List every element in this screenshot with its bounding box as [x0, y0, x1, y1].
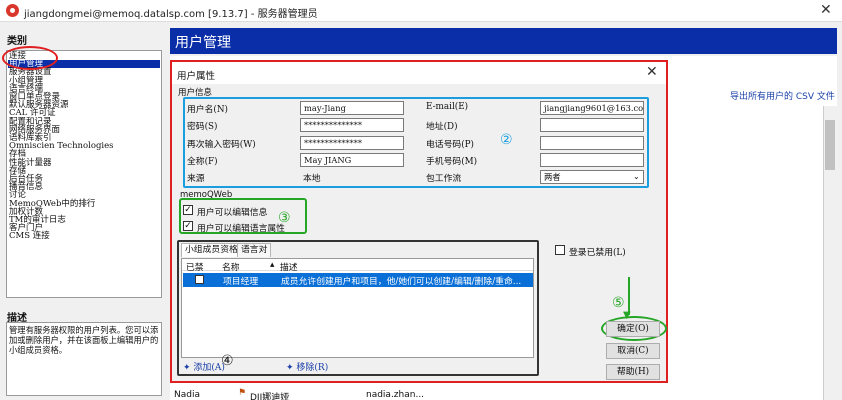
- category-item[interactable]: CMS 连接: [9, 232, 50, 241]
- fullname-input[interactable]: May JIANG: [300, 153, 404, 167]
- annotation-number-5: ⑤: [612, 295, 625, 311]
- row-name: 项目经理: [223, 277, 259, 287]
- grid-header: 已禁 名称 ▴ 描述: [182, 259, 533, 273]
- dialog-close-icon[interactable]: ✕: [646, 64, 658, 80]
- username-input[interactable]: may-Jiang: [300, 101, 404, 115]
- window-close-icon[interactable]: ✕: [820, 2, 832, 18]
- mobile-input[interactable]: [540, 153, 644, 167]
- fullname-label: 全称(F): [187, 157, 218, 167]
- password-input[interactable]: **************: [300, 118, 404, 132]
- annotation-red-oval: [2, 46, 58, 70]
- login-disabled-checkbox[interactable]: [555, 245, 565, 255]
- user-row-name[interactable]: Nadia: [174, 390, 200, 400]
- category-list[interactable]: 连接 用户管理 服务器设置 小组管理 语言终端 窗口单点登录 默认服务器资源 CAL 许可证配…: [6, 50, 162, 298]
- scrollbar-thumb[interactable]: [825, 120, 835, 170]
- remove-icon: ✦: [286, 363, 294, 373]
- user-icon: ⚑: [238, 388, 247, 398]
- phone-input[interactable]: [540, 136, 644, 150]
- annotation-number-2: ②: [500, 132, 513, 148]
- edit-lang-checkbox[interactable]: ✓: [183, 221, 193, 231]
- grid-header-disabled[interactable]: 已禁: [186, 260, 204, 273]
- grid-header-name[interactable]: 名称: [222, 260, 240, 273]
- package-workflow-label: 包工作流: [426, 174, 462, 184]
- user-properties-dialog: 用户属性 ✕ 用户信息 用户名(N) may-Jiang 密码(S) *****…: [170, 60, 668, 383]
- login-disabled-label: 登录已禁用(L): [569, 248, 626, 258]
- tab-group-membership[interactable]: 小组成员资格: [181, 243, 242, 257]
- remove-member-label: 移除(R): [296, 363, 329, 373]
- password-label: 密码(S): [187, 122, 218, 132]
- chevron-down-icon: ⌄: [633, 172, 640, 181]
- dialog-title-bar: 用户属性 ✕: [172, 62, 666, 84]
- row-disabled-checkbox[interactable]: [195, 275, 204, 284]
- page-title: 用户管理: [175, 35, 231, 51]
- category-heading: 类别: [7, 36, 27, 47]
- address-input[interactable]: [540, 118, 644, 132]
- address-label: 地址(D): [426, 122, 458, 132]
- description-text: 管理有服务器权限的用户列表。您可以添加或删除用户，并在该面板上编辑用户的小组成员…: [9, 325, 159, 355]
- email-input[interactable]: jiangjiang9601@163.com: [540, 101, 644, 115]
- edit-info-label: 用户可以编辑信息: [197, 208, 268, 218]
- edit-info-checkbox[interactable]: ✓: [183, 205, 193, 215]
- source-value: 本地: [303, 174, 321, 184]
- phone-label: 电话号码(P): [426, 140, 474, 150]
- window-title-bar: jiangdongmei@memoq.datalsp.com [9.13.7] …: [0, 0, 842, 22]
- remove-member-link[interactable]: ✦ 移除(R): [286, 360, 328, 373]
- table-row[interactable]: 项目经理 成员允许创建用户和项目，他/她们可以创建/编辑/删除/重命...: [183, 273, 533, 287]
- page-header: 用户管理: [170, 28, 837, 54]
- row-desc: 成员允许创建用户和项目，他/她们可以创建/编辑/删除/重命...: [281, 277, 522, 287]
- window-title: jiangdongmei@memoq.datalsp.com [9.13.7] …: [24, 9, 318, 20]
- username-label: 用户名(N): [187, 105, 228, 115]
- annotation-number-3: ③: [278, 210, 291, 226]
- sort-up-icon: ▴: [270, 260, 275, 270]
- description-box: 管理有服务器权限的用户列表。您可以添加或删除用户，并在该面板上编辑用户的小组成员…: [6, 322, 162, 396]
- package-workflow-select[interactable]: 两者 ⌄: [540, 170, 644, 184]
- email-label: E-mail(E): [426, 102, 469, 112]
- ok-button[interactable]: 确定(O): [606, 321, 660, 337]
- source-label: 来源: [187, 174, 205, 184]
- cancel-button[interactable]: 取消(C): [606, 343, 660, 359]
- confirm-password-input[interactable]: **************: [300, 136, 404, 150]
- memoq-app-icon: [6, 4, 19, 17]
- add-member-link[interactable]: ✦ 添加(A): [183, 360, 225, 373]
- membership-grid: 已禁 名称 ▴ 描述 项目经理 成员允许创建用户和项目，他/她们可以创建/编辑/…: [181, 258, 534, 358]
- user-row-email[interactable]: nadia.zhan...: [366, 390, 424, 400]
- tab-language-pairs[interactable]: 语言对: [237, 243, 272, 257]
- package-workflow-value: 两者: [544, 172, 561, 182]
- mobile-label: 手机号码(M): [426, 157, 478, 167]
- export-csv-link[interactable]: 导出所有用户的 CSV 文件: [730, 89, 835, 102]
- edit-lang-label: 用户可以编辑语言属性: [197, 224, 285, 234]
- dialog-title: 用户属性: [177, 71, 216, 82]
- help-button[interactable]: 帮助(H): [606, 364, 660, 380]
- grid-header-desc[interactable]: 描述: [280, 260, 298, 273]
- plus-icon: ✦: [183, 363, 191, 373]
- annotation-number-4: ④: [221, 353, 234, 369]
- user-row-project[interactable]: DJI娜迪娅: [250, 390, 289, 400]
- confirm-password-label: 再次输入密码(W): [187, 140, 256, 150]
